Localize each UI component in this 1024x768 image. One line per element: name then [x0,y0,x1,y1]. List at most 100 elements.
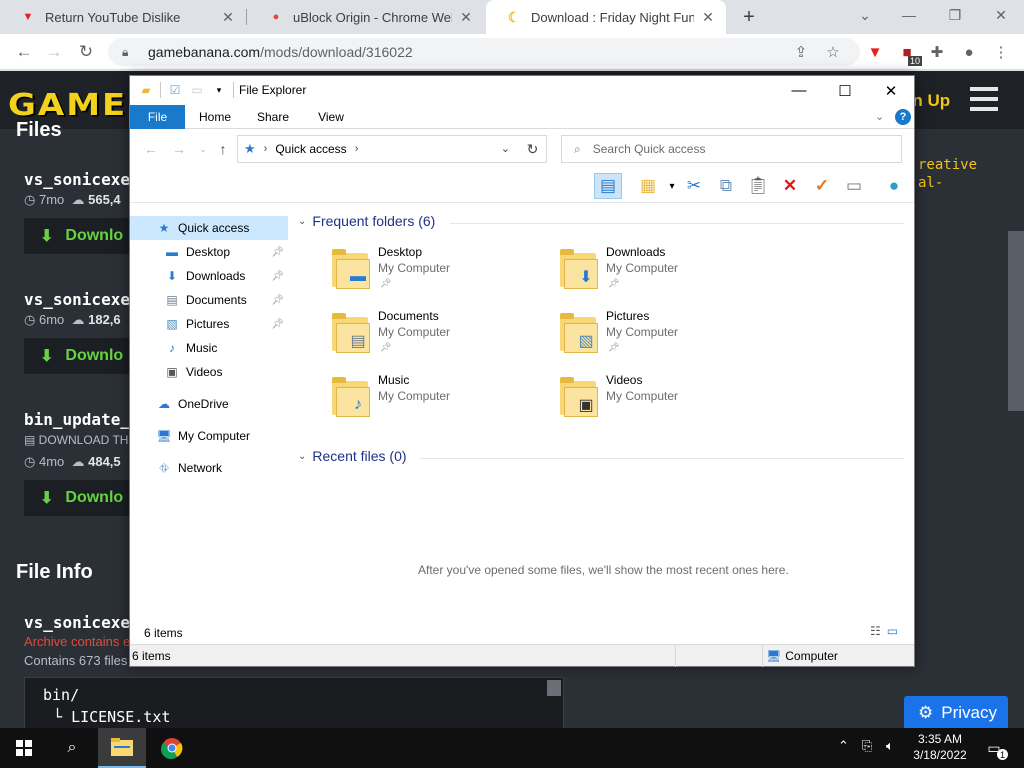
share-icon[interactable]: ⇪ [790,41,812,63]
globe-icon[interactable]: ● [880,173,908,199]
rename-check-icon[interactable]: ✓ [808,173,836,199]
search-box[interactable]: ⌕ Search Quick access [561,135,902,163]
volume-icon[interactable]: 🔈︎ [886,738,894,754]
minimize-icon[interactable]: — [896,4,922,26]
delete-icon[interactable]: ✕ [776,173,804,199]
pin-icon[interactable]: 📌︎ [380,342,391,353]
reload-icon[interactable]: ↻ [74,40,98,64]
tab-close-icon[interactable]: ✕ [700,9,716,25]
copy-icon[interactable]: ⧉ [712,173,740,199]
pin-icon[interactable]: 📌︎ [271,295,284,306]
address-bar[interactable]: 🔒︎ gamebanana.com/mods/download/316022 [108,38,860,66]
pin-icon[interactable]: 📌︎ [271,247,284,258]
extensions-puzzle-icon[interactable]: ✚ [926,41,948,63]
folder-tile-pictures[interactable]: ▧ Pictures My Computer 📌︎ [560,309,780,365]
notification-icon[interactable]: ▭ 1 [984,738,1008,760]
sidebar-item-network[interactable]: ⛗ Network [130,456,288,480]
sidebar-item-music[interactable]: ♪ Music [130,336,288,360]
back-arrow-icon[interactable]: ← [12,40,36,64]
recent-locations-icon[interactable]: ⌄ [194,140,212,158]
pin-icon[interactable]: 📌︎ [271,271,284,282]
new-tab-button[interactable]: + [738,6,760,28]
privacy-button[interactable]: ⚙ Privacy [904,696,1008,728]
customize-dropdown-icon[interactable]: ▾ [211,82,227,98]
back-arrow-icon[interactable]: ← [142,140,160,158]
tab-return-youtube-dislike[interactable]: ▼ Return YouTube Dislike ✕ [0,0,246,34]
chrome-menu-icon[interactable]: ⋮ [990,41,1012,63]
tab-home[interactable]: Home [190,105,240,129]
profile-avatar-icon[interactable]: ● [958,41,980,63]
folder-tile-documents[interactable]: ▤ Documents My Computer 📌︎ [332,309,552,365]
tab-close-icon[interactable]: ✕ [220,9,236,25]
properties-icon[interactable]: ☑ [167,82,183,98]
breadcrumb-chevron-icon[interactable]: › [264,143,268,155]
frequent-folders-header[interactable]: ⌄ Frequent folders (6) [298,213,435,229]
tab-share[interactable]: Share [248,105,298,129]
details-view-icon[interactable]: ☷ [870,624,881,638]
address-box[interactable]: ★ › Quick access › ⌄ [237,135,547,163]
sidebar-item-videos[interactable]: ▣ Videos [130,360,288,384]
breadcrumb-chevron-icon[interactable]: › [355,143,359,155]
folder-tile-videos[interactable]: ▣ Videos My Computer [560,373,780,429]
tab-ublock-origin[interactable]: ● uBlock Origin - Chrome Web Sto ✕ [248,0,484,34]
pin-icon[interactable]: 📌︎ [380,278,391,289]
folder-tile-desktop[interactable]: ▬ Desktop My Computer 📌︎ [332,245,552,301]
minimize-icon[interactable]: — [776,76,822,105]
close-icon[interactable]: ✕ [988,4,1014,26]
site-logo[interactable]: GAME [8,87,127,123]
folder-tile-music[interactable]: ♪ Music My Computer [332,373,552,429]
properties-icon[interactable]: ▭ [840,173,868,199]
tree-scrollbar[interactable] [547,680,561,696]
help-icon[interactable]: ? [895,109,911,125]
expand-ribbon-chevron-icon[interactable]: ⌄ [875,110,884,123]
tab-file[interactable]: File [130,105,185,129]
sidebar-item-quick-access[interactable]: ★ Quick access [130,216,288,240]
forward-arrow-icon[interactable]: → [42,40,66,64]
tab-search-chevron-icon[interactable]: ⌄ [852,4,878,26]
forward-arrow-icon[interactable]: → [170,140,188,158]
cut-icon[interactable]: ✂ [680,173,708,199]
system-clock[interactable]: 3:35 AM 3/18/2022 [910,731,970,763]
youtube-dislike-extension-icon[interactable]: ▼ [864,41,886,63]
folder-tile-downloads[interactable]: ⬇ Downloads My Computer 📌︎ [560,245,780,301]
download-button[interactable]: ⬇ Downlo [24,218,144,254]
pin-icon[interactable]: 📌︎ [608,278,619,289]
collapse-chevron-icon[interactable]: ⌄ [298,216,306,227]
pin-icon[interactable]: 📌︎ [271,319,284,330]
tab-close-icon[interactable]: ✕ [458,9,474,25]
page-scrollbar[interactable] [1008,231,1024,411]
sidebar-item-onedrive[interactable]: ☁ OneDrive [130,392,288,416]
download-button[interactable]: ⬇ Downlo [24,480,144,516]
collapse-chevron-icon[interactable]: ⌄ [298,451,306,462]
sidebar-item-pictures[interactable]: ▧ Pictures 📌︎ [130,312,288,336]
address-dropdown-icon[interactable]: ⌄ [501,142,510,155]
breadcrumb-quick-access[interactable]: Quick access [275,142,346,156]
sidebar-item-documents[interactable]: ▤ Documents 📌︎ [130,288,288,312]
sidebar-item-desktop[interactable]: ▬ Desktop 📌︎ [130,240,288,264]
file-explorer-taskbar-icon[interactable] [98,728,146,768]
show-hidden-icons-chevron-icon[interactable]: ⌃ [838,738,849,754]
paste-icon[interactable]: 📋︎ [744,173,772,199]
tab-fnf-download[interactable]: ☾ Download : Friday Night Funkin' ✕ [486,0,726,34]
new-folder-icon[interactable]: ▭ [189,82,205,98]
bookmark-star-icon[interactable]: ☆ [822,41,844,63]
ublock-extension-icon[interactable]: ■ 10 [896,41,922,66]
chrome-taskbar-icon[interactable] [148,728,196,768]
pin-icon[interactable]: 📌︎ [608,342,619,353]
close-icon[interactable]: ✕ [868,76,914,105]
download-button[interactable]: ⬇ Downlo [24,338,144,374]
sidebar-item-downloads[interactable]: ⬇ Downloads 📌︎ [130,264,288,288]
windows-start-icon[interactable] [0,728,48,768]
network-tray-icon[interactable]: ⎘ [862,738,872,754]
tab-view[interactable]: View [306,105,356,129]
search-icon[interactable]: ⌕ [48,728,96,768]
refresh-icon[interactable]: ↻ [519,135,547,163]
maximize-icon[interactable]: ☐ [822,76,868,105]
sidebar-item-my-computer[interactable]: 🖥︎ My Computer [130,424,288,448]
hamburger-menu-icon[interactable] [970,87,998,111]
recent-files-header[interactable]: ⌄ Recent files (0) [298,448,407,464]
restore-icon[interactable]: ❐ [942,4,968,26]
navigation-pane-icon[interactable]: ▤ [594,173,622,199]
up-arrow-icon[interactable]: ↑ [214,140,232,158]
large-icons-view-icon[interactable]: ▭ [887,624,898,638]
